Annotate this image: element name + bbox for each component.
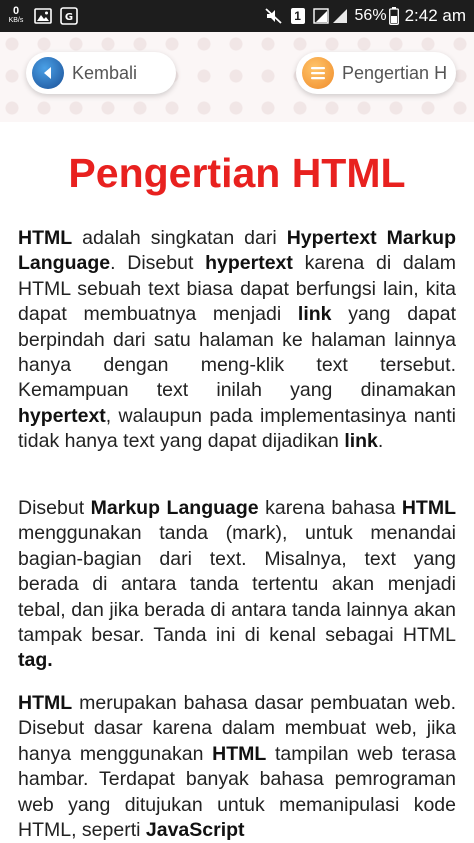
bold-term: JavaScript	[145, 819, 245, 842]
paragraph-2: Disebut Markup Language karena bahasa HT…	[18, 496, 456, 674]
battery-icon	[388, 7, 399, 25]
bold-term: HTML	[18, 227, 73, 249]
text-run: .	[377, 430, 384, 453]
text-run: karena bahasa	[258, 497, 402, 519]
header-nav: Kembali Pengertian H	[0, 32, 474, 122]
text-run: . Disebut	[110, 252, 206, 275]
mute-icon	[264, 7, 283, 25]
battery-level: 56%	[354, 7, 387, 24]
paragraph-3: HTML merupakan bahasa dasar pembuatan we…	[18, 691, 456, 843]
status-bar: 0 KB/s G 1 56% 2:42 am	[0, 0, 474, 32]
sim-badge-icon: 1	[289, 7, 307, 25]
paragraph-1: HTML adalah singkatan dari Hypertext Mar…	[18, 226, 456, 455]
menu-icon	[302, 57, 334, 89]
svg-text:G: G	[65, 12, 73, 23]
page-title: Pengertian HTML	[68, 150, 406, 196]
sim-badge-number: 1	[294, 9, 301, 23]
bold-term: link	[297, 303, 332, 326]
network-speed-value: 0	[12, 5, 20, 17]
text-run: menggunakan tanda (mark), untuk menandai…	[18, 522, 456, 647]
bold-term: hypertext	[205, 252, 293, 275]
image-icon	[34, 7, 52, 25]
network-speed: 0 KB/s	[6, 5, 26, 25]
text-run: Disebut	[18, 497, 91, 519]
network-speed-unit: KB/s	[8, 17, 24, 24]
bold-term: tag.	[18, 649, 53, 672]
bold-term: link	[344, 430, 378, 453]
menu-title-label: Pengertian H	[342, 62, 448, 83]
signal-icon	[312, 7, 349, 25]
bold-term: HTML	[401, 497, 456, 519]
bold-term: HTML	[18, 692, 73, 714]
back-button-label: Kembali	[72, 62, 138, 83]
bold-term: hypertext	[18, 404, 106, 427]
bold-term: Markup Language	[90, 497, 259, 519]
back-button[interactable]: Kembali	[26, 52, 176, 94]
menu-title-button[interactable]: Pengertian H	[296, 52, 456, 94]
bold-term: HTML	[212, 742, 267, 765]
clock: 2:42 am	[404, 6, 466, 25]
translate-icon: G	[60, 7, 78, 25]
text-run: adalah singkatan dari	[72, 227, 287, 249]
back-arrow-icon	[32, 57, 64, 89]
